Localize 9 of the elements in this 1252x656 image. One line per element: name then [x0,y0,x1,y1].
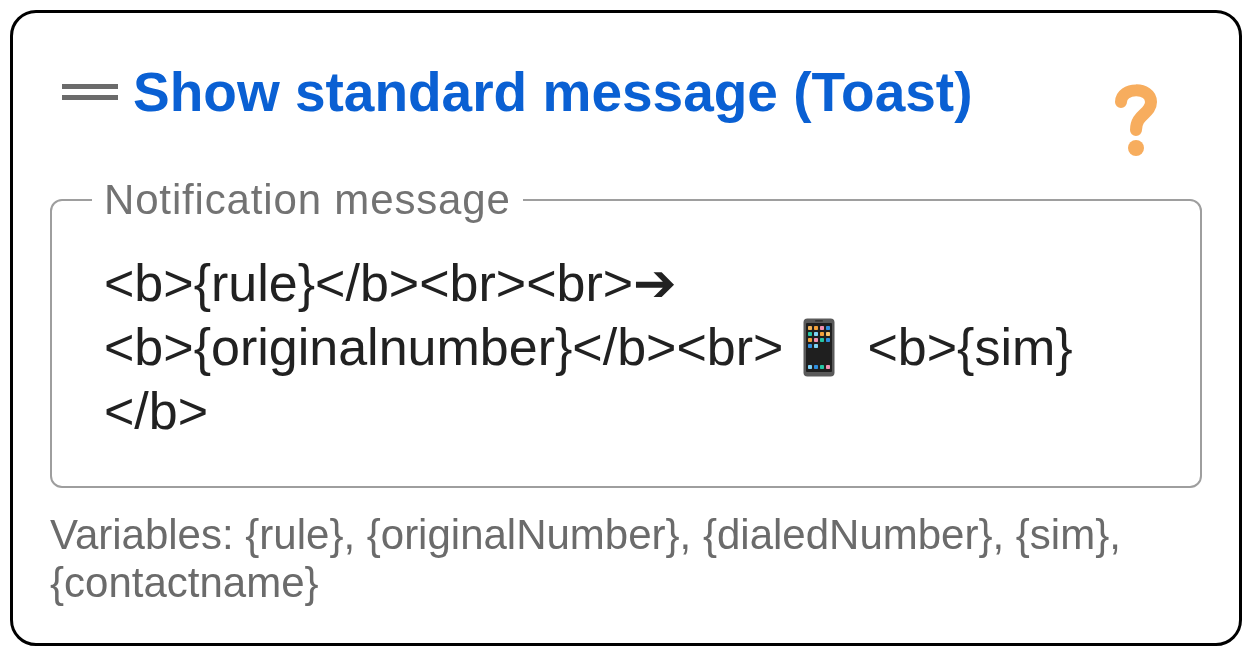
message-text: </b> [104,381,209,442]
message-text: <b>{originalnumber}</b><br> [104,317,784,378]
variables-hint: Variables: {rule}, {originalNumber}, {dialedNumber}, {sim}, {contactname} [50,511,1122,607]
message-text: <b>{rule}</b><br><br>➔ [104,253,678,314]
section-title: Show standard message (Toast) [133,60,973,125]
field-label: Notification message [103,175,512,225]
phone-emoji-icon [803,317,836,377]
message-text: <b>{sim} [867,317,1073,378]
drag-handle-icon[interactable] [62,83,118,101]
